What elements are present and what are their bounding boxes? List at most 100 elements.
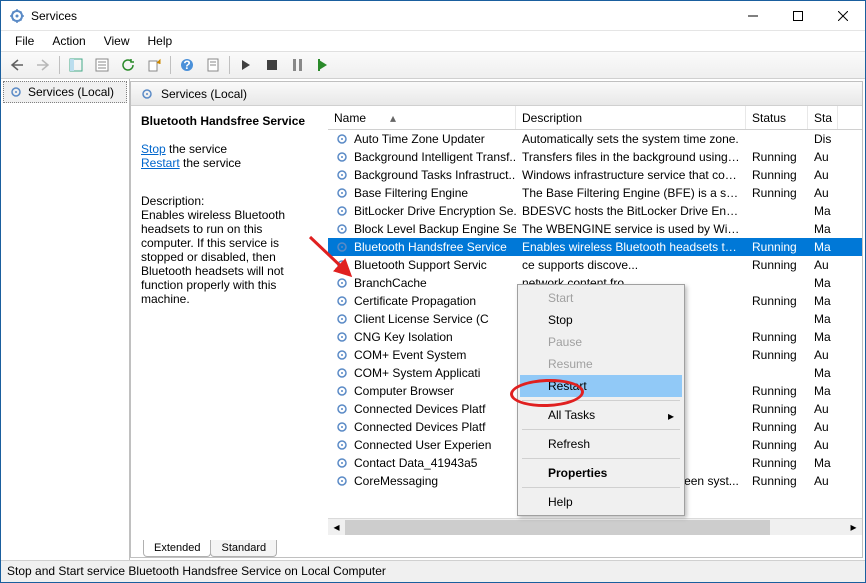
service-icon [334, 221, 350, 237]
scroll-thumb[interactable] [345, 520, 770, 535]
tab-strip: Extended Standard [131, 535, 862, 557]
column-name[interactable]: Name ▴ [328, 106, 516, 129]
detail-pane: Bluetooth Handsfree Service Stop the ser… [131, 106, 328, 535]
context-separator [522, 429, 680, 430]
service-stype-cell: Ma [808, 293, 838, 309]
service-stype-cell: Ma [808, 383, 838, 399]
properties-button[interactable] [90, 54, 114, 76]
menu-view[interactable]: View [96, 32, 138, 50]
service-row[interactable]: BitLocker Drive Encryption Se...BDESVC h… [328, 202, 862, 220]
service-icon [334, 365, 350, 381]
context-item-refresh[interactable]: Refresh [520, 433, 682, 455]
service-stype-cell: Au [808, 347, 838, 363]
service-stype-cell: Ma [808, 275, 838, 291]
service-stype-cell: Ma [808, 365, 838, 381]
maximize-button[interactable] [775, 1, 820, 31]
pane-content: Bluetooth Handsfree Service Stop the ser… [131, 106, 862, 535]
tree-node-services-local[interactable]: Services (Local) [3, 81, 127, 103]
service-icon [334, 347, 350, 363]
service-status-cell: Running [746, 293, 808, 309]
menu-help[interactable]: Help [140, 32, 181, 50]
service-row[interactable]: Bluetooth Handsfree ServiceEnables wirel… [328, 238, 862, 256]
start-service-button[interactable] [234, 54, 258, 76]
context-separator [522, 400, 680, 401]
context-item-restart[interactable]: Restart [520, 375, 682, 397]
service-status-cell: Running [746, 329, 808, 345]
service-row[interactable]: Block Level Backup Engine Se...The WBENG… [328, 220, 862, 238]
service-icon [334, 419, 350, 435]
service-icon [334, 311, 350, 327]
toolbar-separator [170, 56, 171, 74]
tree-pane: Services (Local) [1, 79, 130, 560]
menu-action[interactable]: Action [44, 32, 93, 50]
service-row[interactable]: Auto Time Zone UpdaterAutomatically sets… [328, 130, 862, 148]
help-button[interactable]: ? [175, 54, 199, 76]
service-name-cell: Connected User Experien [328, 436, 516, 454]
export-button[interactable] [142, 54, 166, 76]
tab-extended[interactable]: Extended [143, 540, 211, 557]
pause-service-button[interactable] [286, 54, 310, 76]
service-row[interactable]: Background Intelligent Transf...Transfer… [328, 148, 862, 166]
service-name-cell: BranchCache [328, 274, 516, 292]
pane-title: Services (Local) [161, 87, 247, 101]
context-item-all-tasks[interactable]: All Tasks▸ [520, 404, 682, 426]
properties-sheet-button[interactable] [201, 54, 225, 76]
scroll-left-button[interactable]: ◂ [328, 519, 345, 536]
context-item-properties[interactable]: Properties [520, 462, 682, 484]
context-item-help[interactable]: Help [520, 491, 682, 513]
service-desc-cell: Windows infrastructure service that con.… [516, 167, 746, 183]
service-icon [334, 239, 350, 255]
restart-service-line: Restart the service [141, 156, 318, 170]
service-row[interactable]: Background Tasks Infrastruct...Windows i… [328, 166, 862, 184]
restart-service-button[interactable] [312, 54, 336, 76]
pane-header: Services (Local) [131, 82, 862, 106]
window-title: Services [31, 9, 730, 23]
context-item-pause: Pause [520, 331, 682, 353]
context-item-stop[interactable]: Stop [520, 309, 682, 331]
service-icon [334, 473, 350, 489]
services-icon [9, 8, 25, 24]
service-icon [334, 257, 350, 273]
scroll-right-button[interactable]: ▸ [845, 519, 862, 536]
service-desc-cell: ce supports discove... [516, 257, 746, 273]
service-name-cell: Contact Data_41943a5 [328, 454, 516, 472]
back-button[interactable] [5, 54, 29, 76]
service-stype-cell: Au [808, 437, 838, 453]
service-icon [334, 203, 350, 219]
restart-link[interactable]: Restart [141, 156, 180, 170]
service-name-cell: Background Intelligent Transf... [328, 148, 516, 166]
stop-link[interactable]: Stop [141, 142, 166, 156]
close-button[interactable] [820, 1, 865, 31]
service-desc-cell: The WBENGINE service is used by Wind... [516, 221, 746, 237]
service-desc-cell: Automatically sets the system time zone. [516, 131, 746, 147]
service-status-cell: Running [746, 347, 808, 363]
service-desc-cell: BDESVC hosts the BitLocker Drive Encry..… [516, 203, 746, 219]
service-stype-cell: Ma [808, 221, 838, 237]
tab-standard[interactable]: Standard [210, 540, 277, 557]
service-icon [334, 383, 350, 399]
show-hide-tree-button[interactable] [64, 54, 88, 76]
horizontal-scrollbar[interactable]: ◂ ▸ [328, 518, 862, 535]
service-row[interactable]: Base Filtering EngineThe Base Filtering … [328, 184, 862, 202]
service-name-cell: Bluetooth Handsfree Service [328, 238, 516, 256]
minimize-button[interactable] [730, 1, 775, 31]
menu-file[interactable]: File [7, 32, 42, 50]
service-row[interactable]: Bluetooth Support Servicce supports disc… [328, 256, 862, 274]
service-status-cell: Running [746, 167, 808, 183]
service-name-cell: Auto Time Zone Updater [328, 130, 516, 148]
stop-service-button[interactable] [260, 54, 284, 76]
service-status-cell: Running [746, 401, 808, 417]
service-icon [334, 401, 350, 417]
toolbar-separator [59, 56, 60, 74]
service-name-cell: BitLocker Drive Encryption Se... [328, 202, 516, 220]
tree-node-label: Services (Local) [28, 85, 114, 99]
column-status[interactable]: Status [746, 106, 808, 129]
scroll-track[interactable] [345, 519, 845, 536]
column-startup-type[interactable]: Sta [808, 106, 838, 129]
refresh-button[interactable] [116, 54, 140, 76]
service-status-cell: Running [746, 437, 808, 453]
service-name-cell: Connected Devices Platf [328, 400, 516, 418]
forward-button[interactable] [31, 54, 55, 76]
column-description[interactable]: Description [516, 106, 746, 129]
context-menu: StartStopPauseResumeRestartAll Tasks▸Ref… [517, 284, 685, 516]
